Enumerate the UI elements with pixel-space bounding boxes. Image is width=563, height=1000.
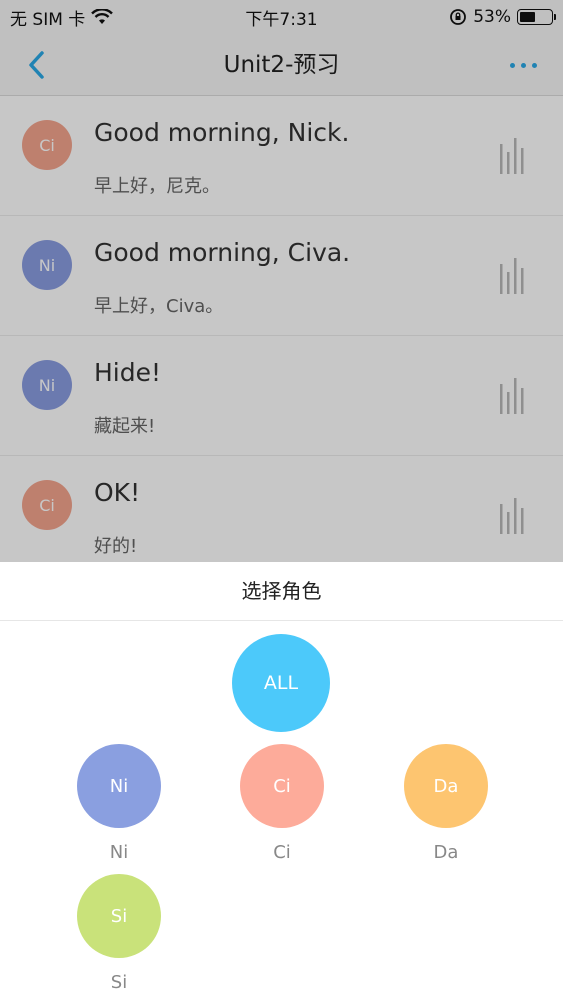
dim-overlay[interactable] [0,0,563,562]
role-avatar[interactable]: Da [404,744,488,828]
role-avatar[interactable]: Ci [240,744,324,828]
role-name: Si [110,972,128,993]
role-initials: Ci [273,775,291,797]
role-initials: Si [110,905,128,927]
role-picker-sheet: 选择角色 ALL Ni Ni Ci Ci Da Da Si Si [0,562,563,1000]
role-option-ci[interactable]: Ci Ci [240,744,324,863]
role-avatar[interactable]: Ni [77,744,161,828]
role-name: Ni [109,842,129,863]
role-option-ni[interactable]: Ni Ni [77,744,161,863]
role-initials: Da [433,775,459,797]
role-all-button[interactable]: ALL [232,634,330,732]
role-option-da[interactable]: Da Da [404,744,488,863]
role-initials: Ni [109,775,129,797]
role-avatar[interactable]: Si [77,874,161,958]
sheet-title: 选择角色 [0,562,563,621]
role-all-label: ALL [263,672,299,694]
role-name: Ci [273,842,291,863]
role-name: Da [433,842,459,863]
role-option-si[interactable]: Si Si [77,874,161,993]
